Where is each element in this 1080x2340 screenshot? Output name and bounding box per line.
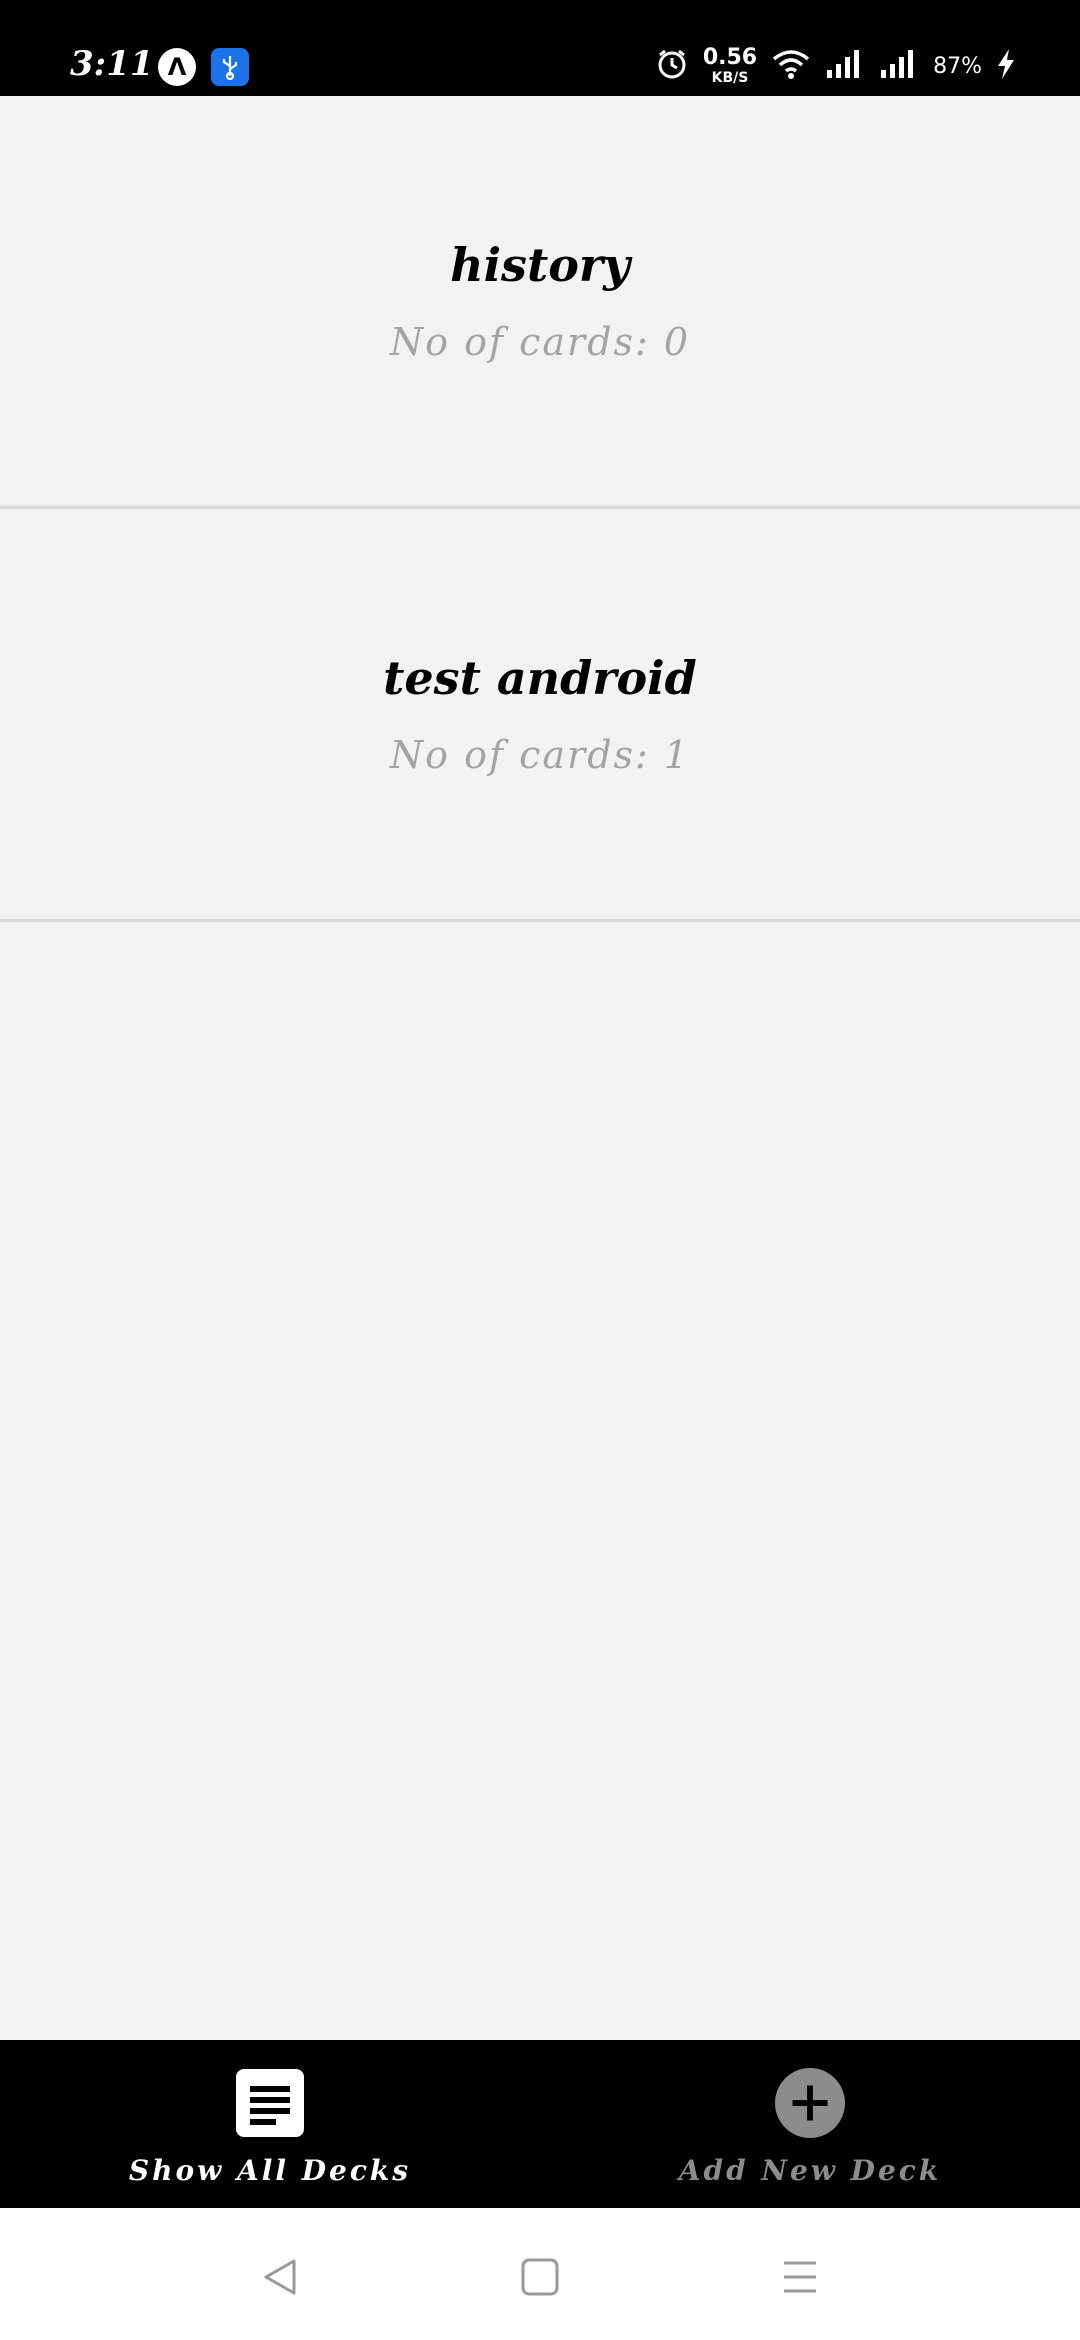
wifi-icon: [771, 48, 811, 84]
deck-card-count: No of cards: 1: [389, 733, 691, 777]
deck-item[interactable]: test android No of cards: 1: [0, 509, 1080, 922]
signal-icon-2: [879, 48, 919, 84]
status-bar: 3:11 Λ 0.56 KB/S 87%: [0, 0, 1080, 96]
add-circle-icon: [775, 2068, 845, 2138]
system-navigation-bar: [0, 2208, 1080, 2340]
alarm-icon: [655, 47, 689, 85]
recents-menu-icon[interactable]: [775, 2252, 825, 2302]
network-speed-unit: KB/S: [711, 70, 749, 86]
tab-label: Add New Deck: [678, 2154, 942, 2187]
usb-debugging-icon: [211, 48, 249, 86]
home-icon[interactable]: [515, 2252, 565, 2302]
network-speed-value: 0.56: [702, 45, 758, 70]
deck-title: history: [450, 238, 630, 292]
tab-add-new-deck[interactable]: Add New Deck: [540, 2040, 1080, 2208]
status-indicators: 0.56 KB/S 87%: [655, 44, 1016, 88]
back-icon[interactable]: [255, 2252, 305, 2302]
app-notification-icon: Λ: [158, 48, 196, 86]
tab-show-all-decks[interactable]: Show All Decks: [0, 2040, 540, 2208]
deck-list: history No of cards: 0 test android No o…: [0, 96, 1080, 922]
network-speed: 0.56 KB/S: [702, 45, 758, 86]
bottom-tab-bar: Show All Decks Add New Deck: [0, 2040, 1080, 2208]
list-icon: [235, 2068, 305, 2138]
deck-item[interactable]: history No of cards: 0: [0, 96, 1080, 509]
status-time: 3:11: [70, 44, 154, 84]
tab-label: Show All Decks: [128, 2154, 412, 2187]
deck-title: test android: [383, 651, 697, 705]
charging-icon: [996, 48, 1016, 84]
signal-icon: [825, 48, 865, 84]
battery-level: 87%: [933, 53, 982, 79]
deck-card-count: No of cards: 0: [389, 320, 691, 364]
